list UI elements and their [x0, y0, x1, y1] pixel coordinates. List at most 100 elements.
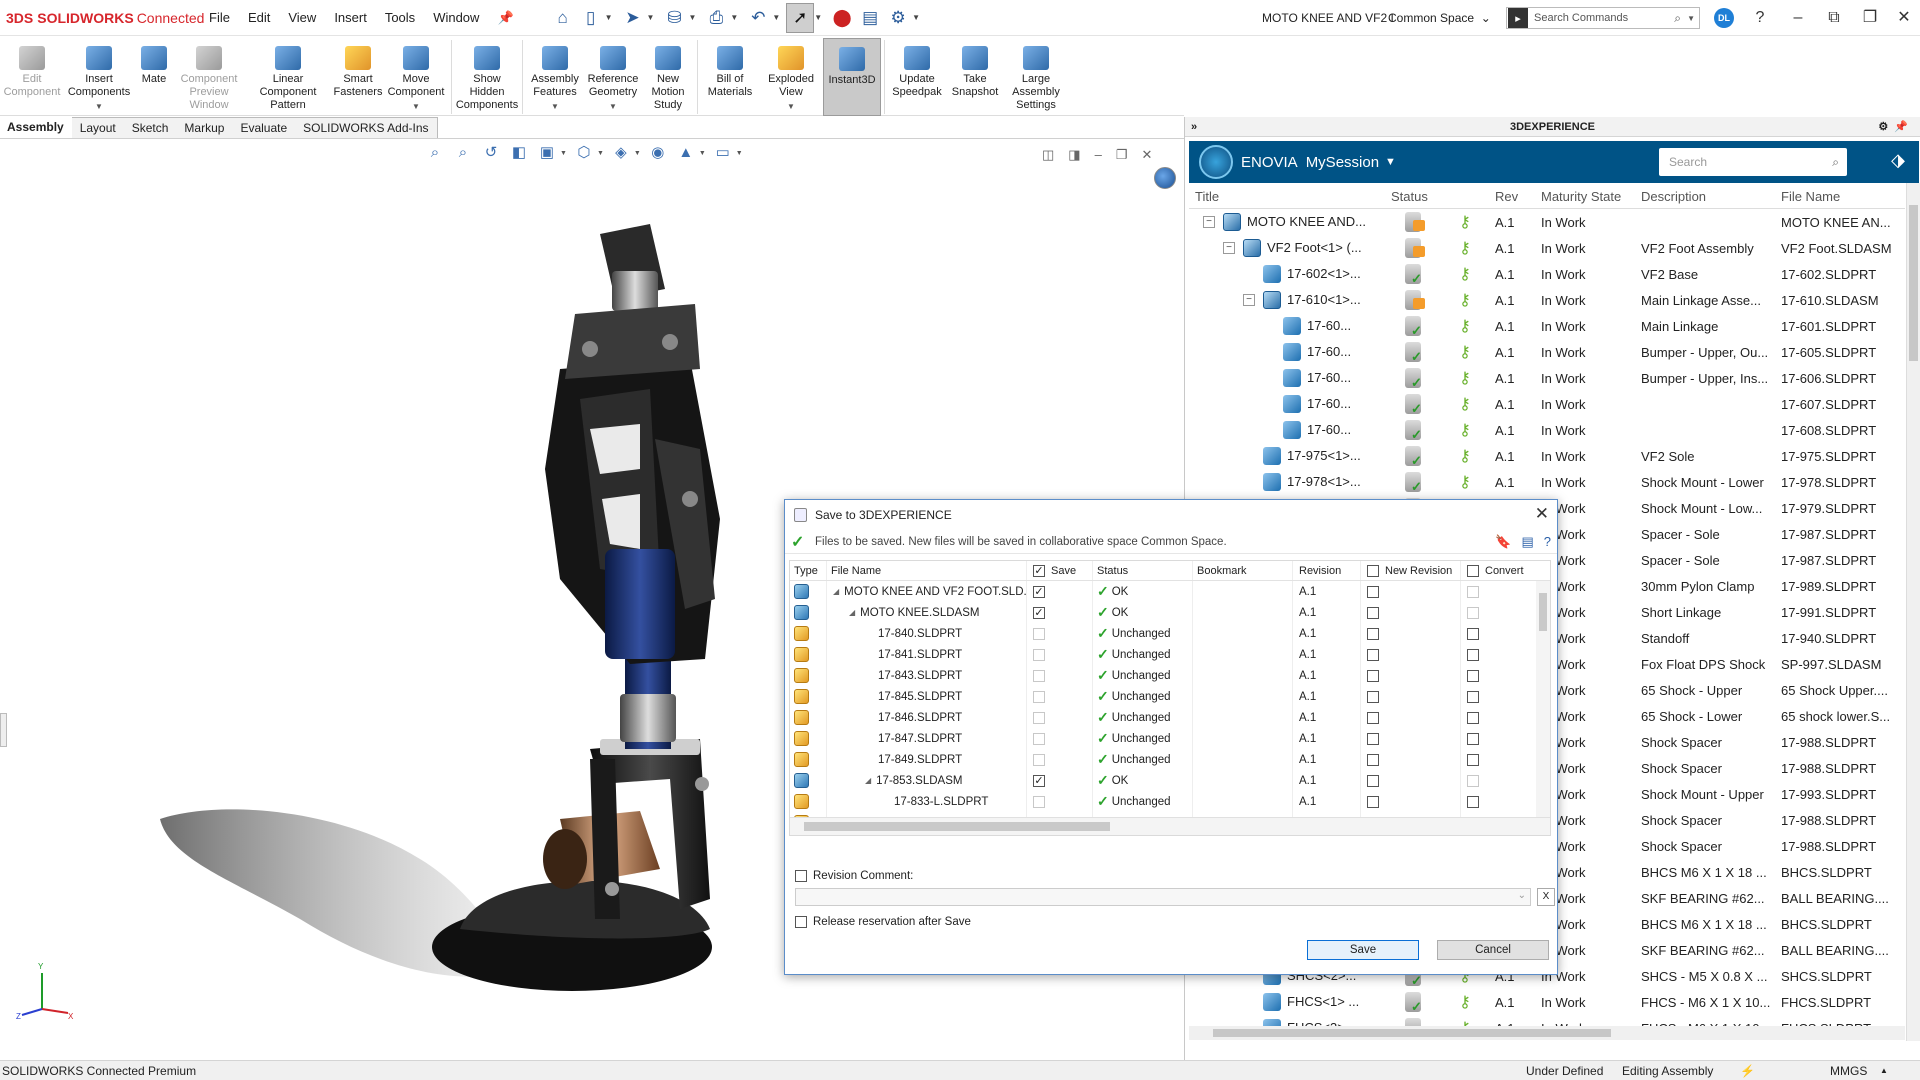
tab-sketch[interactable]: Sketch — [123, 117, 178, 138]
open-icon[interactable]: ➤ — [619, 3, 647, 33]
clear-comment-button[interactable]: X — [1537, 888, 1555, 906]
session-row[interactable]: 17-60... ✓ ⚷ A.1 In Work 17-608.SLDPRT — [1189, 417, 1905, 443]
save-checkbox[interactable] — [1033, 711, 1045, 724]
scroll-thumb[interactable] — [1213, 1029, 1611, 1037]
tab-addins[interactable]: SOLIDWORKS Add-Ins — [295, 117, 438, 138]
col-title[interactable]: Title — [1189, 189, 1385, 204]
scroll-thumb[interactable] — [1539, 593, 1547, 631]
convert-checkbox[interactable] — [1467, 774, 1479, 787]
release-reservation-checkbox[interactable] — [795, 916, 807, 928]
row-bookmark-cell[interactable] — [1192, 602, 1292, 623]
search-icon[interactable]: ⌕ — [1832, 148, 1839, 176]
tree-collapse-icon[interactable]: − — [1203, 216, 1215, 228]
tile-icon[interactable]: ⧉ — [1822, 6, 1846, 30]
menu-edit[interactable]: Edit — [239, 0, 279, 36]
new-revision-checkbox[interactable] — [1367, 606, 1379, 619]
menu-tools[interactable]: Tools — [376, 0, 424, 36]
save-checkbox[interactable] — [1033, 627, 1045, 640]
session-row[interactable]: 17-602<1>... ✓ ⚷ A.1 In Work VF2 Base 17-602.S… — [1189, 261, 1905, 287]
assembly-features-button[interactable]: Assembly Features ▼ — [526, 38, 584, 113]
new-revision-checkbox[interactable] — [1367, 585, 1379, 598]
user-avatar[interactable]: DL — [1714, 8, 1734, 28]
session-name[interactable]: MySession — [1306, 154, 1379, 171]
row-bookmark-cell[interactable] — [1192, 581, 1292, 602]
save-button[interactable]: Save — [1307, 940, 1419, 960]
convert-checkbox[interactable] — [1467, 606, 1479, 619]
save-grid-row[interactable]: 17-833-L.SLDPRT ✓ Unchanged A.1 — [790, 791, 1550, 812]
save-all-checkbox[interactable]: ✓ — [1033, 564, 1045, 577]
scroll-thumb[interactable] — [804, 822, 1110, 831]
pin-icon[interactable]: 📌 — [488, 0, 522, 36]
open-dropdown-icon[interactable]: ▼ — [647, 13, 655, 22]
cancel-button[interactable]: Cancel — [1437, 940, 1549, 960]
convert-checkbox[interactable] — [1467, 627, 1479, 640]
select-dropdown-icon[interactable]: ▼ — [814, 13, 822, 22]
large-assembly-button[interactable]: Large Assembly Settings — [1004, 38, 1068, 112]
new-revision-checkbox[interactable] — [1367, 690, 1379, 703]
new-revision-checkbox[interactable] — [1367, 753, 1379, 766]
session-row[interactable]: 17-975<1>... ✓ ⚷ A.1 In Work VF2 Sole 17-975.S… — [1189, 443, 1905, 469]
pane-settings-icon[interactable]: ⚙ — [1878, 121, 1894, 133]
reserved-key-icon[interactable]: ⚷ — [1459, 292, 1471, 309]
new-revision-checkbox[interactable] — [1367, 795, 1379, 808]
new-revision-checkbox[interactable] — [1367, 774, 1379, 787]
save-checkbox[interactable]: ✓ — [1033, 606, 1045, 619]
convert-checkbox[interactable] — [1467, 648, 1479, 661]
tab-evaluate[interactable]: Evaluate — [232, 117, 297, 138]
enovia-search-input[interactable]: Search ⌕ — [1659, 148, 1847, 176]
row-bookmark-cell[interactable] — [1192, 749, 1292, 770]
move-component-button[interactable]: Move Component ▼ — [384, 38, 448, 113]
convert-checkbox[interactable] — [1467, 690, 1479, 703]
search-commands-box[interactable]: ▸ Search Commands ⌕ ▼ — [1506, 7, 1700, 29]
home-icon[interactable]: ⌂ — [549, 3, 577, 33]
tab-markup[interactable]: Markup — [176, 117, 234, 138]
col-status[interactable]: Status — [1385, 189, 1445, 204]
col-description[interactable]: Description — [1641, 189, 1781, 204]
convert-checkbox[interactable] — [1467, 732, 1479, 745]
session-row[interactable]: 17-60... ✓ ⚷ A.1 In Work Bumper - Upper, Ins.… — [1189, 365, 1905, 391]
dialog-close-icon[interactable]: ✕ — [1535, 504, 1549, 524]
save-grid-row[interactable]: 17-846.SLDPRT ✓ Unchanged A.1 — [790, 707, 1550, 728]
dropdown-arrow-icon[interactable]: ▼ — [787, 100, 795, 113]
close-icon[interactable]: ✕ — [1892, 6, 1916, 30]
col-maturity[interactable]: Maturity State — [1541, 189, 1641, 204]
session-row[interactable]: 17-60... ✓ ⚷ A.1 In Work 17-607.SLDPRT — [1189, 391, 1905, 417]
print-icon[interactable]: ⎙ — [702, 3, 730, 33]
bookmark-icon[interactable]: 🔖 — [1495, 534, 1511, 550]
traffic-light-icon[interactable]: ⬤ — [828, 3, 856, 33]
save-grid-row[interactable]: ◢ 17-853.SLDASM ✓ ✓ OK A.1 — [790, 770, 1550, 791]
pane-pin-icon[interactable]: 📌 — [1894, 121, 1914, 133]
print-dropdown-icon[interactable]: ▼ — [730, 13, 738, 22]
units-indicator[interactable]: MMGS — [1830, 1061, 1867, 1080]
search-dropdown-icon[interactable]: ▼ — [1687, 14, 1695, 23]
menu-file[interactable]: File — [200, 0, 239, 36]
session-row[interactable]: − VF2 Foot<1> (... ⚷ A.1 In Work VF2 Foot Ass… — [1189, 235, 1905, 261]
revision-comment-input[interactable]: ⌄ — [795, 888, 1531, 906]
linear-pattern-button[interactable]: Linear Component Pattern▼ — [244, 38, 332, 126]
session-horizontal-scrollbar[interactable] — [1189, 1026, 1905, 1040]
tree-expand-icon[interactable]: ◢ — [865, 776, 871, 785]
select-cursor-icon[interactable]: ➚ — [786, 2, 815, 33]
help-icon[interactable]: ? — [1544, 534, 1551, 550]
session-row[interactable]: FHCS<1> ... ✓ ⚷ A.1 In Work FHCS - M6 X 1 X 1… — [1189, 989, 1905, 1015]
convert-checkbox[interactable] — [1467, 669, 1479, 682]
new-revision-checkbox[interactable] — [1367, 648, 1379, 661]
rebuild-icon[interactable]: ⚡ — [1740, 1061, 1755, 1080]
dropdown-arrow-icon[interactable]: ▼ — [412, 100, 420, 113]
save-checkbox[interactable] — [1033, 648, 1045, 661]
convert-checkbox[interactable] — [1467, 585, 1479, 598]
row-bookmark-cell[interactable] — [1192, 728, 1292, 749]
new-revision-checkbox[interactable] — [1367, 627, 1379, 640]
col-type[interactable]: Type — [790, 565, 826, 577]
session-row[interactable]: 17-60... ✓ ⚷ A.1 In Work Bumper - Upper, Ou..… — [1189, 339, 1905, 365]
save-checkbox[interactable] — [1033, 795, 1045, 808]
save-checkbox[interactable]: ✓ — [1033, 774, 1045, 787]
list-view-icon[interactable]: ▤ — [1521, 534, 1533, 550]
reserved-key-icon[interactable]: ⚷ — [1459, 422, 1471, 439]
save-checkbox[interactable] — [1033, 732, 1045, 745]
reserved-key-icon[interactable]: ⚷ — [1459, 448, 1471, 465]
col-new-revision[interactable]: New Revision — [1360, 561, 1460, 580]
col-rev[interactable]: Rev — [1485, 189, 1541, 204]
col-revision[interactable]: Revision — [1292, 561, 1360, 580]
component-preview-button[interactable]: Component Preview Window — [174, 38, 244, 112]
